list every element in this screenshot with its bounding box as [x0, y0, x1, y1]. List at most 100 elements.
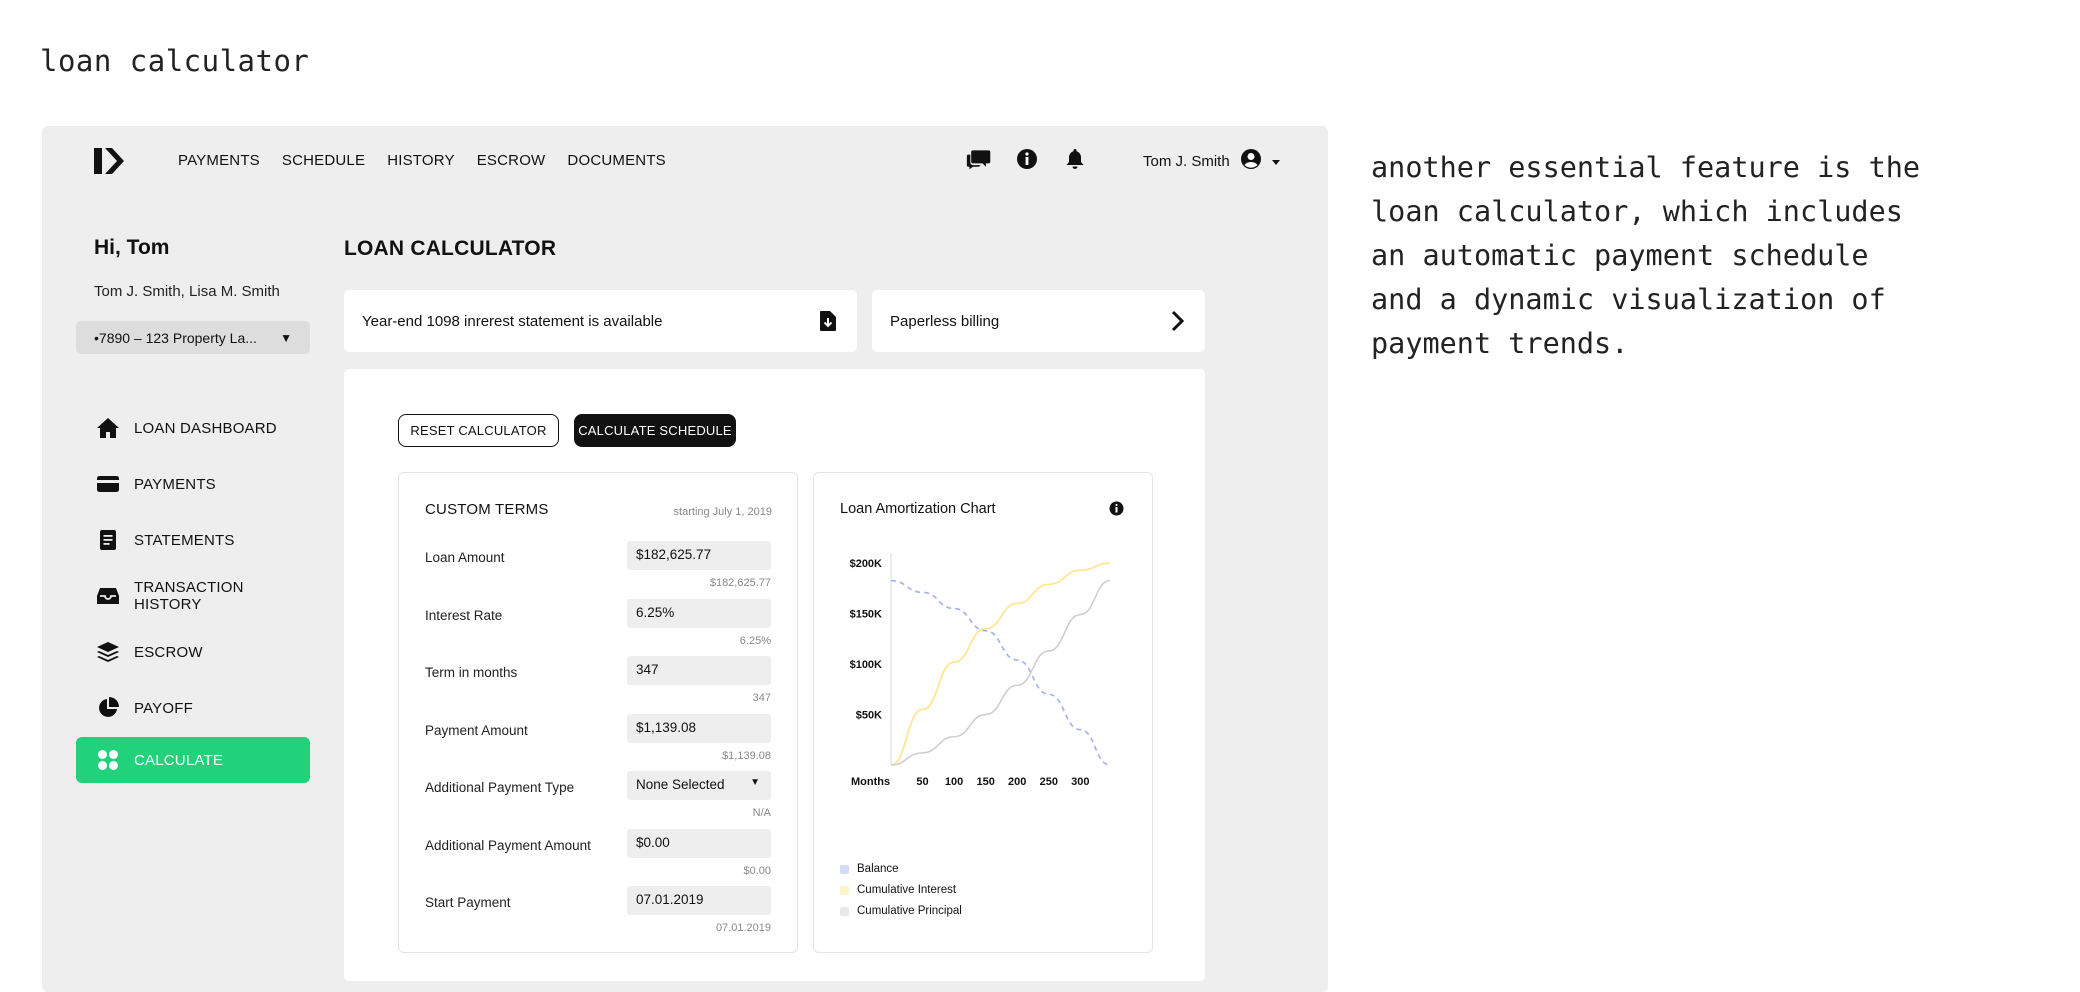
side-note: another essential feature is the loan ca…: [1371, 151, 1921, 360]
term-row-start-payment: Start Payment 07.01.2019 07.01.2019: [425, 886, 773, 947]
term-hint: 07.01.2019: [715, 922, 771, 934]
sidebar-item-label: TRANSACTION HISTORY: [134, 579, 244, 613]
payment-amount-input[interactable]: $1,139.08: [627, 714, 771, 743]
nav-schedule[interactable]: SCHEDULE: [282, 152, 365, 169]
term-row-additional-amount: Additional Payment Amount $0.00 $0.00: [425, 829, 773, 890]
term-hint: $0.00: [743, 865, 771, 877]
brand-logo[interactable]: [92, 146, 126, 176]
statement-notice-text: Year-end 1098 inrerest statement is avai…: [362, 312, 663, 330]
sidebar-item-escrow[interactable]: ESCROW: [76, 629, 310, 675]
custom-terms-title: CUSTOM TERMS: [425, 501, 549, 518]
account-owners: Tom J. Smith, Lisa M. Smith: [94, 283, 280, 300]
sidebar-item-loan-dashboard[interactable]: LOAN DASHBOARD: [76, 405, 310, 451]
legend-swatch: [840, 906, 849, 916]
term-label: Additional Payment Amount: [425, 838, 591, 853]
additional-payment-type-select[interactable]: None Selected ▼: [627, 771, 771, 800]
legend-label: Cumulative Interest: [857, 884, 957, 896]
property-select[interactable]: •7890 – 123 Property La... ▼: [76, 321, 310, 354]
nav-history[interactable]: HISTORY: [387, 152, 455, 169]
term-hint: 347: [752, 692, 771, 704]
greeting: Hi, Tom: [94, 236, 170, 259]
loan-amount-input[interactable]: $182,625.77: [627, 541, 771, 570]
reset-calculator-button[interactable]: RESET CALCULATOR: [398, 414, 559, 447]
sidebar-item-label: STATEMENTS: [134, 531, 235, 549]
app-window: PAYMENTS SCHEDULE HISTORY ESCROW DOCUMEN…: [42, 126, 1328, 992]
sidebar-item-label: CALCULATE: [134, 751, 224, 769]
amortization-chart: $50K $100K $150K $200K Months 50 100 150 200 250 3…: [850, 553, 1111, 788]
x-tick-label: 250: [1040, 776, 1058, 788]
term-label: Interest Rate: [425, 608, 503, 623]
term-label: Loan Amount: [425, 550, 505, 565]
x-tick-label: 150: [976, 776, 994, 788]
chevron-right-icon: [1171, 310, 1185, 336]
calculator-card: RESET CALCULATOR CALCULATE SCHEDULE CUST…: [344, 369, 1205, 981]
legend-label: Cumulative Principal: [857, 905, 962, 917]
nav-icon-group: [966, 146, 1088, 172]
sidebar-item-payoff[interactable]: PAYOFF: [76, 685, 310, 731]
paperless-billing-text: Paperless billing: [890, 312, 1000, 330]
caret-down-icon: ▼: [750, 777, 760, 788]
home-icon: [96, 416, 120, 440]
avatar-icon: [1240, 148, 1262, 175]
series-line-cumulative-interest: [890, 562, 1111, 766]
sidebar-item-label: PAYMENTS: [134, 475, 216, 493]
page-heading: loan calculator: [40, 44, 310, 78]
term-label: Payment Amount: [425, 723, 528, 738]
term-row-payment-amount: Payment Amount $1,139.08 $1,139.08: [425, 714, 773, 775]
paperless-billing-link[interactable]: Paperless billing: [872, 290, 1205, 352]
nav-documents[interactable]: DOCUMENTS: [567, 152, 665, 169]
nav-payments[interactable]: PAYMENTS: [178, 152, 260, 169]
legend-swatch: [840, 885, 849, 895]
y-tick-label: $100K: [850, 659, 882, 671]
term-row-loan-amount: Loan Amount $182,625.77 $182,625.77: [425, 541, 773, 602]
sidebar-item-transaction-history[interactable]: TRANSACTION HISTORY: [76, 573, 310, 619]
term-hint: $1,139.08: [722, 750, 771, 762]
amortization-chart-panel: Loan Amortization Chart $50K $100K $150K $2…: [813, 472, 1153, 953]
y-tick-label: $150K: [850, 609, 882, 621]
nav-escrow[interactable]: ESCROW: [477, 152, 546, 169]
chat-icon[interactable]: [966, 146, 992, 172]
x-axis-label: Months: [851, 776, 890, 788]
sidebar-item-statements[interactable]: STATEMENTS: [76, 517, 310, 563]
sidebar-item-payments[interactable]: PAYMENTS: [76, 461, 310, 507]
top-nav: PAYMENTS SCHEDULE HISTORY ESCROW DOCUMEN…: [178, 152, 666, 169]
x-tick-label: 300: [1071, 776, 1089, 788]
additional-payment-amount-input[interactable]: $0.00: [627, 829, 771, 858]
sidebar-item-calculate[interactable]: CALCULATE: [76, 737, 310, 783]
term-row-interest-rate: Interest Rate 6.25% 6.25%: [425, 599, 773, 660]
term-hint: N/A: [752, 807, 771, 819]
pie-chart-icon: [96, 696, 120, 720]
info-icon[interactable]: [1014, 146, 1040, 172]
series-line-balance: [890, 579, 1111, 766]
term-hint: 6.25%: [739, 635, 771, 647]
custom-terms-start: starting July 1, 2019: [673, 506, 772, 518]
info-icon[interactable]: [1109, 501, 1124, 521]
chart-title: Loan Amortization Chart: [840, 501, 996, 517]
term-months-input[interactable]: 347: [627, 656, 771, 685]
statement-notice[interactable]: Year-end 1098 inrerest statement is avai…: [344, 290, 857, 352]
file-download-icon: [819, 310, 837, 336]
y-tick-label: $200K: [850, 558, 882, 570]
term-label: Additional Payment Type: [425, 780, 575, 795]
user-name: Tom J. Smith: [1143, 153, 1230, 170]
property-select-value: •7890 – 123 Property La...: [94, 330, 257, 346]
bell-icon[interactable]: [1062, 146, 1088, 172]
document-icon: [96, 528, 120, 552]
term-label: Start Payment: [425, 895, 511, 910]
legend-item: Balance: [840, 863, 962, 875]
sidebar-item-label: LOAN DASHBOARD: [134, 419, 277, 437]
inbox-icon: [96, 584, 120, 608]
user-menu[interactable]: Tom J. Smith: [1143, 148, 1280, 175]
start-payment-input[interactable]: 07.01.2019: [627, 886, 771, 915]
interest-rate-input[interactable]: 6.25%: [627, 599, 771, 628]
layers-icon: [96, 640, 120, 664]
caret-down-icon: [1271, 153, 1280, 171]
chart-legend: Balance Cumulative Interest Cumulative Pri…: [840, 863, 962, 926]
select-value: None Selected: [636, 777, 725, 792]
term-hint: $182,625.77: [709, 577, 771, 589]
x-tick-label: 200: [1008, 776, 1026, 788]
legend-swatch: [840, 864, 849, 874]
grid-icon: [96, 748, 120, 772]
legend-item: Cumulative Interest: [840, 884, 962, 896]
calculate-schedule-button[interactable]: CALCULATE SCHEDULE: [574, 414, 736, 447]
